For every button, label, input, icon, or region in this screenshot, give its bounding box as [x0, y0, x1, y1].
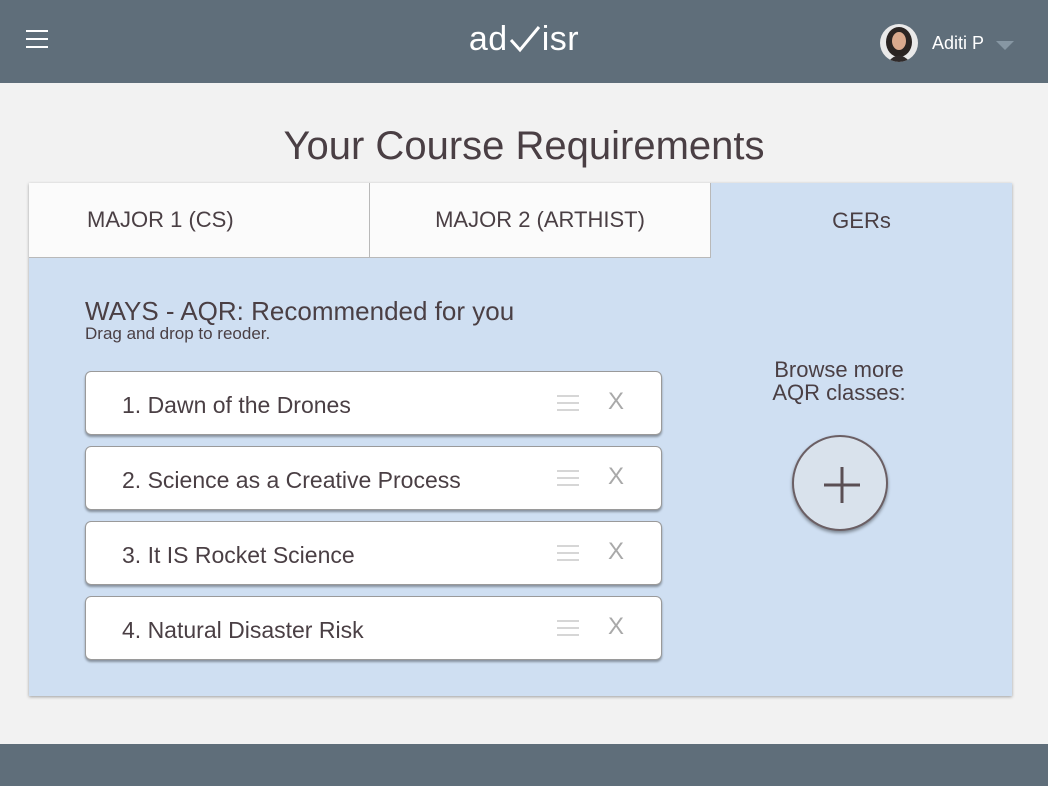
user-menu[interactable]: Aditi P [879, 24, 1014, 62]
requirements-panel: MAJOR 1 (CS) MAJOR 2 (ARTHIST) GERs WAYS… [29, 183, 1012, 696]
browse-more-label: Browse more AQR classes: [729, 358, 949, 404]
footer-bar [0, 744, 1048, 786]
remove-course-button[interactable]: X [608, 463, 624, 491]
course-label: 3. It IS Rocket Science [122, 542, 355, 568]
course-label: 1. Dawn of the Drones [122, 392, 351, 418]
browse-label-line-1: Browse more [774, 357, 904, 382]
logo-text-prefix: ad [468, 20, 508, 58]
tab-bar: MAJOR 1 (CS) MAJOR 2 (ARTHIST) GERs [29, 183, 1012, 258]
plus-icon [824, 467, 860, 503]
add-class-button[interactable] [792, 435, 888, 531]
drag-handle-icon[interactable] [557, 545, 579, 561]
page-title: Your Course Requirements [283, 124, 765, 168]
section-instructions: Drag and drop to reoder. [85, 324, 271, 343]
tab-major-1[interactable]: MAJOR 1 (CS) [29, 183, 370, 258]
avatar[interactable] [879, 24, 918, 62]
list-item[interactable]: 3. It IS Rocket Science X [85, 521, 662, 585]
remove-course-button[interactable]: X [608, 613, 624, 641]
checkmark-icon [509, 26, 540, 53]
drag-handle-icon[interactable] [557, 470, 579, 486]
course-list: 1. Dawn of the Drones X 2. Science as a … [85, 371, 662, 671]
user-name: Aditi P [931, 32, 984, 53]
remove-course-button[interactable]: X [608, 538, 624, 566]
tab-gers[interactable]: GERs [711, 183, 1012, 258]
list-item[interactable]: 2. Science as a Creative Process X [85, 446, 662, 510]
logo-text-suffix: isr [541, 20, 580, 58]
drag-handle-icon[interactable] [557, 620, 579, 636]
section-title: WAYS - AQR: Recommended for you [85, 296, 515, 326]
chevron-down-icon[interactable] [996, 40, 1014, 50]
course-label: 4. Natural Disaster Risk [122, 617, 364, 643]
top-navigation-bar: ad isr Aditi P [0, 0, 1048, 83]
remove-course-button[interactable]: X [608, 388, 624, 416]
list-item[interactable]: 4. Natural Disaster Risk X [85, 596, 662, 660]
tab-major-2[interactable]: MAJOR 2 (ARTHIST) [370, 183, 711, 258]
drag-handle-icon[interactable] [557, 395, 579, 411]
course-label: 2. Science as a Creative Process [122, 467, 461, 493]
browse-label-line-2: AQR classes: [772, 380, 906, 405]
list-item[interactable]: 1. Dawn of the Drones X [85, 371, 662, 435]
